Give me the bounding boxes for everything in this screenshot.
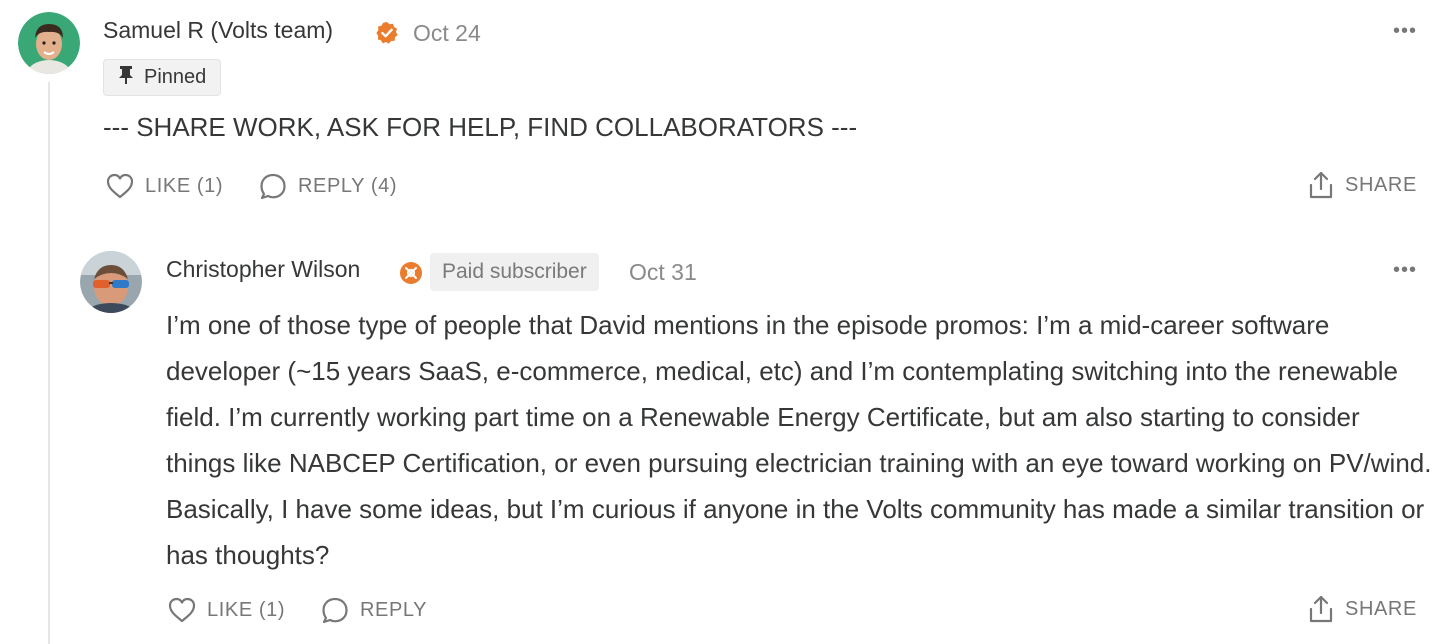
reply-button[interactable]: REPLY bbox=[320, 596, 427, 624]
share-upload-icon bbox=[1307, 170, 1335, 200]
avatar[interactable] bbox=[80, 251, 142, 313]
paid-subscriber-badge: Paid subscriber bbox=[430, 253, 599, 291]
share-button[interactable]: SHARE bbox=[1307, 170, 1417, 200]
share-label: SHARE bbox=[1345, 173, 1417, 196]
subscriber-badge-icon bbox=[399, 261, 423, 290]
reply-label: REPLY (4) bbox=[298, 174, 398, 197]
comment-bubble-icon bbox=[320, 596, 350, 624]
like-label: LIKE (1) bbox=[145, 174, 224, 197]
share-label: SHARE bbox=[1345, 597, 1417, 620]
share-upload-icon bbox=[1307, 594, 1335, 624]
pinned-label: Pinned bbox=[144, 66, 207, 88]
comment-body: --- SHARE WORK, ASK FOR HELP, FIND COLLA… bbox=[103, 112, 858, 142]
verified-check-icon bbox=[375, 21, 399, 50]
pin-icon bbox=[118, 65, 134, 91]
avatar[interactable] bbox=[18, 12, 80, 74]
comment-date[interactable]: Oct 24 bbox=[413, 20, 481, 47]
comment-author[interactable]: Christopher Wilson bbox=[166, 256, 360, 283]
more-dots-icon[interactable]: ••• bbox=[1393, 259, 1417, 282]
like-button[interactable]: LIKE (1) bbox=[167, 596, 285, 624]
thread-line bbox=[48, 82, 50, 644]
pinned-badge: Pinned bbox=[103, 59, 222, 96]
share-button[interactable]: SHARE bbox=[1307, 594, 1417, 624]
reply-button[interactable]: REPLY (4) bbox=[258, 172, 397, 200]
comment-author[interactable]: Samuel R (Volts team) bbox=[103, 17, 333, 44]
heart-icon bbox=[105, 172, 135, 200]
more-dots-icon[interactable]: ••• bbox=[1393, 20, 1417, 43]
like-label: LIKE (1) bbox=[207, 598, 286, 621]
comment-bubble-icon bbox=[258, 172, 288, 200]
like-button[interactable]: LIKE (1) bbox=[105, 172, 223, 200]
comment-body: I’m one of those type of people that Dav… bbox=[166, 310, 1432, 570]
reply-label: REPLY bbox=[360, 598, 428, 621]
comment-date[interactable]: Oct 31 bbox=[629, 259, 697, 286]
heart-icon bbox=[167, 596, 197, 624]
